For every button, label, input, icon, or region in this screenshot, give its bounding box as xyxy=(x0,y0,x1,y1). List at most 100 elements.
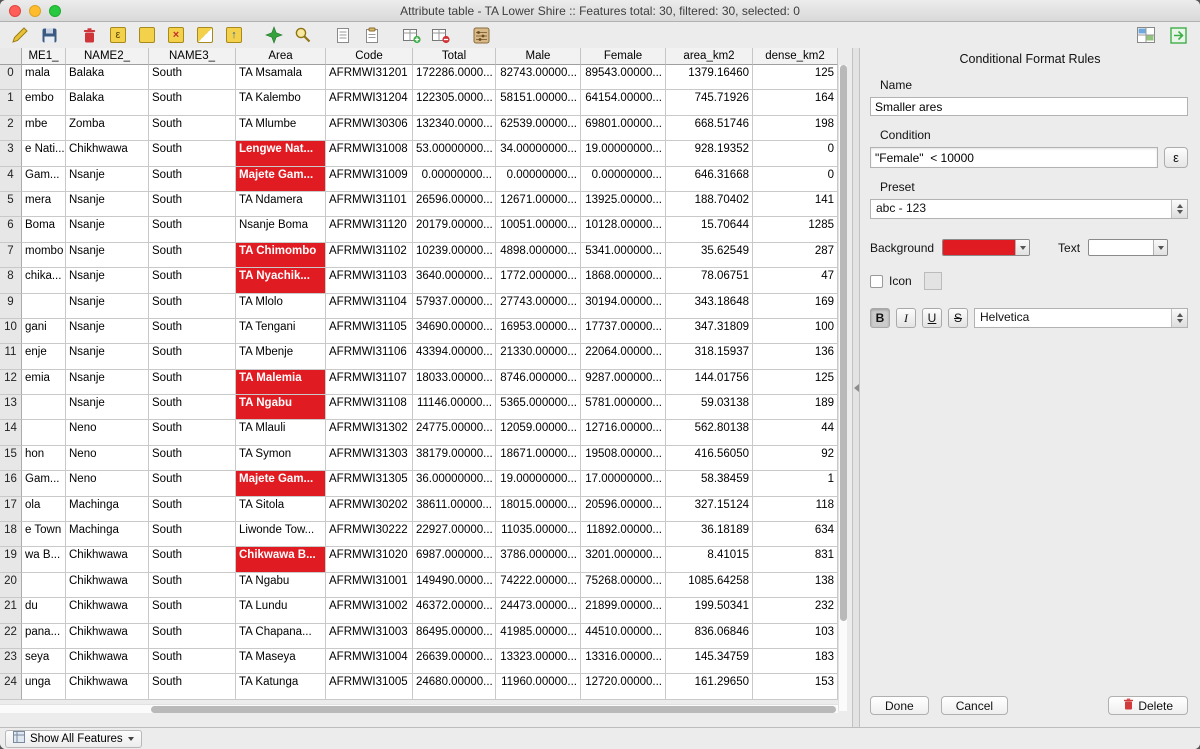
cell-total[interactable]: 11146.00000... xyxy=(413,395,496,420)
cell-total[interactable]: 6987.000000... xyxy=(413,547,496,572)
cell-female[interactable]: 10128.00000... xyxy=(581,217,666,242)
cell-female[interactable]: 12720.00000... xyxy=(581,674,666,699)
cell-female[interactable]: 9287.000000... xyxy=(581,370,666,395)
cell-female[interactable]: 19508.00000... xyxy=(581,446,666,471)
cell-male[interactable]: 3786.000000... xyxy=(496,547,581,572)
cell-area-km2[interactable]: 1085.64258 xyxy=(666,573,753,598)
cell-female[interactable]: 69801.00000... xyxy=(581,116,666,141)
cell-name1[interactable] xyxy=(22,420,66,445)
cell-area-km2[interactable]: 562.80138 xyxy=(666,420,753,445)
cell-name3[interactable]: South xyxy=(149,192,236,217)
cell-name3[interactable]: South xyxy=(149,624,236,649)
cell-dense-km2[interactable]: 164 xyxy=(753,90,838,115)
vertical-scrollbar[interactable] xyxy=(838,65,847,711)
cell-female[interactable]: 22064.00000... xyxy=(581,344,666,369)
cell-dense-km2[interactable]: 153 xyxy=(753,674,838,699)
row-number[interactable]: 18 xyxy=(0,522,22,547)
invert-selection-icon[interactable] xyxy=(193,24,217,46)
cell-name2[interactable]: Chikhwawa xyxy=(66,141,149,166)
cell-area-km2[interactable]: 416.56050 xyxy=(666,446,753,471)
cell-area[interactable]: TA Chimombo xyxy=(236,243,326,268)
row-number[interactable]: 0 xyxy=(0,65,22,90)
cell-male[interactable]: 18671.00000... xyxy=(496,446,581,471)
cell-male[interactable]: 10051.00000... xyxy=(496,217,581,242)
row-number[interactable]: 22 xyxy=(0,624,22,649)
cell-area-km2[interactable]: 59.03138 xyxy=(666,395,753,420)
cell-total[interactable]: 22927.00000... xyxy=(413,522,496,547)
cell-dense-km2[interactable]: 232 xyxy=(753,598,838,623)
row-number[interactable]: 10 xyxy=(0,319,22,344)
cell-name2[interactable]: Nsanje xyxy=(66,344,149,369)
cell-total[interactable]: 26596.00000... xyxy=(413,192,496,217)
cell-dense-km2[interactable]: 136 xyxy=(753,344,838,369)
cell-female[interactable]: 21899.00000... xyxy=(581,598,666,623)
cell-name1[interactable]: Boma xyxy=(22,217,66,242)
cell-name1[interactable]: mera xyxy=(22,192,66,217)
cell-male[interactable]: 41985.00000... xyxy=(496,624,581,649)
cell-dense-km2[interactable]: 103 xyxy=(753,624,838,649)
cell-total[interactable]: 24775.00000... xyxy=(413,420,496,445)
row-number[interactable]: 16 xyxy=(0,471,22,496)
delete-features-icon[interactable] xyxy=(77,24,101,46)
cell-name3[interactable]: South xyxy=(149,65,236,90)
underline-button[interactable]: U xyxy=(922,308,942,328)
conditional-formatting-icon[interactable] xyxy=(1134,24,1158,46)
cell-male[interactable]: 21330.00000... xyxy=(496,344,581,369)
cell-total[interactable]: 46372.00000... xyxy=(413,598,496,623)
cell-name2[interactable]: Balaka xyxy=(66,90,149,115)
column-header-total[interactable]: Total xyxy=(413,48,496,65)
cell-name2[interactable]: Nsanje xyxy=(66,370,149,395)
row-number[interactable]: 7 xyxy=(0,243,22,268)
cell-dense-km2[interactable]: 0 xyxy=(753,141,838,166)
cell-area-km2[interactable]: 58.38459 xyxy=(666,471,753,496)
cell-total[interactable]: 43394.00000... xyxy=(413,344,496,369)
vertical-scrollbar-thumb[interactable] xyxy=(840,65,847,621)
column-header-male[interactable]: Male xyxy=(496,48,581,65)
cell-female[interactable]: 89543.00000... xyxy=(581,65,666,90)
cell-area[interactable]: Liwonde Tow... xyxy=(236,522,326,547)
cell-name1[interactable]: mbe xyxy=(22,116,66,141)
cell-code[interactable]: AFRMWI31004 xyxy=(326,649,413,674)
font-select[interactable]: Helvetica xyxy=(974,308,1188,328)
cell-dense-km2[interactable]: 169 xyxy=(753,294,838,319)
cell-name3[interactable]: South xyxy=(149,395,236,420)
cell-female[interactable]: 5781.000000... xyxy=(581,395,666,420)
cell-total[interactable]: 34690.00000... xyxy=(413,319,496,344)
cell-name1[interactable] xyxy=(22,395,66,420)
cell-male[interactable]: 27743.00000... xyxy=(496,294,581,319)
cell-male[interactable]: 24473.00000... xyxy=(496,598,581,623)
cell-area[interactable]: TA Chapana... xyxy=(236,624,326,649)
cell-dense-km2[interactable]: 0 xyxy=(753,167,838,192)
cell-name2[interactable]: Chikhwawa xyxy=(66,624,149,649)
cell-code[interactable]: AFRMWI31001 xyxy=(326,573,413,598)
cell-name3[interactable]: South xyxy=(149,268,236,293)
cell-area[interactable]: TA Msamala xyxy=(236,65,326,90)
icon-checkbox[interactable] xyxy=(870,275,883,288)
cell-name3[interactable]: South xyxy=(149,420,236,445)
cell-dense-km2[interactable]: 100 xyxy=(753,319,838,344)
cell-name3[interactable]: South xyxy=(149,141,236,166)
row-number[interactable]: 15 xyxy=(0,446,22,471)
horizontal-scrollbar-thumb[interactable] xyxy=(151,706,836,713)
cell-dense-km2[interactable]: 1285 xyxy=(753,217,838,242)
cell-male[interactable]: 58151.00000... xyxy=(496,90,581,115)
cell-area-km2[interactable]: 188.70402 xyxy=(666,192,753,217)
cell-name1[interactable]: Gam... xyxy=(22,471,66,496)
cell-name3[interactable]: South xyxy=(149,649,236,674)
cell-area-km2[interactable]: 745.71926 xyxy=(666,90,753,115)
zoom-to-selection-icon[interactable] xyxy=(291,24,315,46)
cell-name2[interactable]: Machinga xyxy=(66,522,149,547)
cell-name2[interactable]: Zomba xyxy=(66,116,149,141)
cell-male[interactable]: 13323.00000... xyxy=(496,649,581,674)
cell-code[interactable]: AFRMWI31009 xyxy=(326,167,413,192)
cell-code[interactable]: AFRMWI31120 xyxy=(326,217,413,242)
cell-name2[interactable]: Nsanje xyxy=(66,217,149,242)
cell-name2[interactable]: Neno xyxy=(66,420,149,445)
column-header-name2[interactable]: NAME2_ xyxy=(66,48,149,65)
cell-male[interactable]: 82743.00000... xyxy=(496,65,581,90)
cell-area[interactable]: TA Ngabu xyxy=(236,573,326,598)
cell-female[interactable]: 12716.00000... xyxy=(581,420,666,445)
cell-dense-km2[interactable]: 634 xyxy=(753,522,838,547)
cell-name3[interactable]: South xyxy=(149,294,236,319)
cell-area[interactable]: TA Katunga xyxy=(236,674,326,699)
